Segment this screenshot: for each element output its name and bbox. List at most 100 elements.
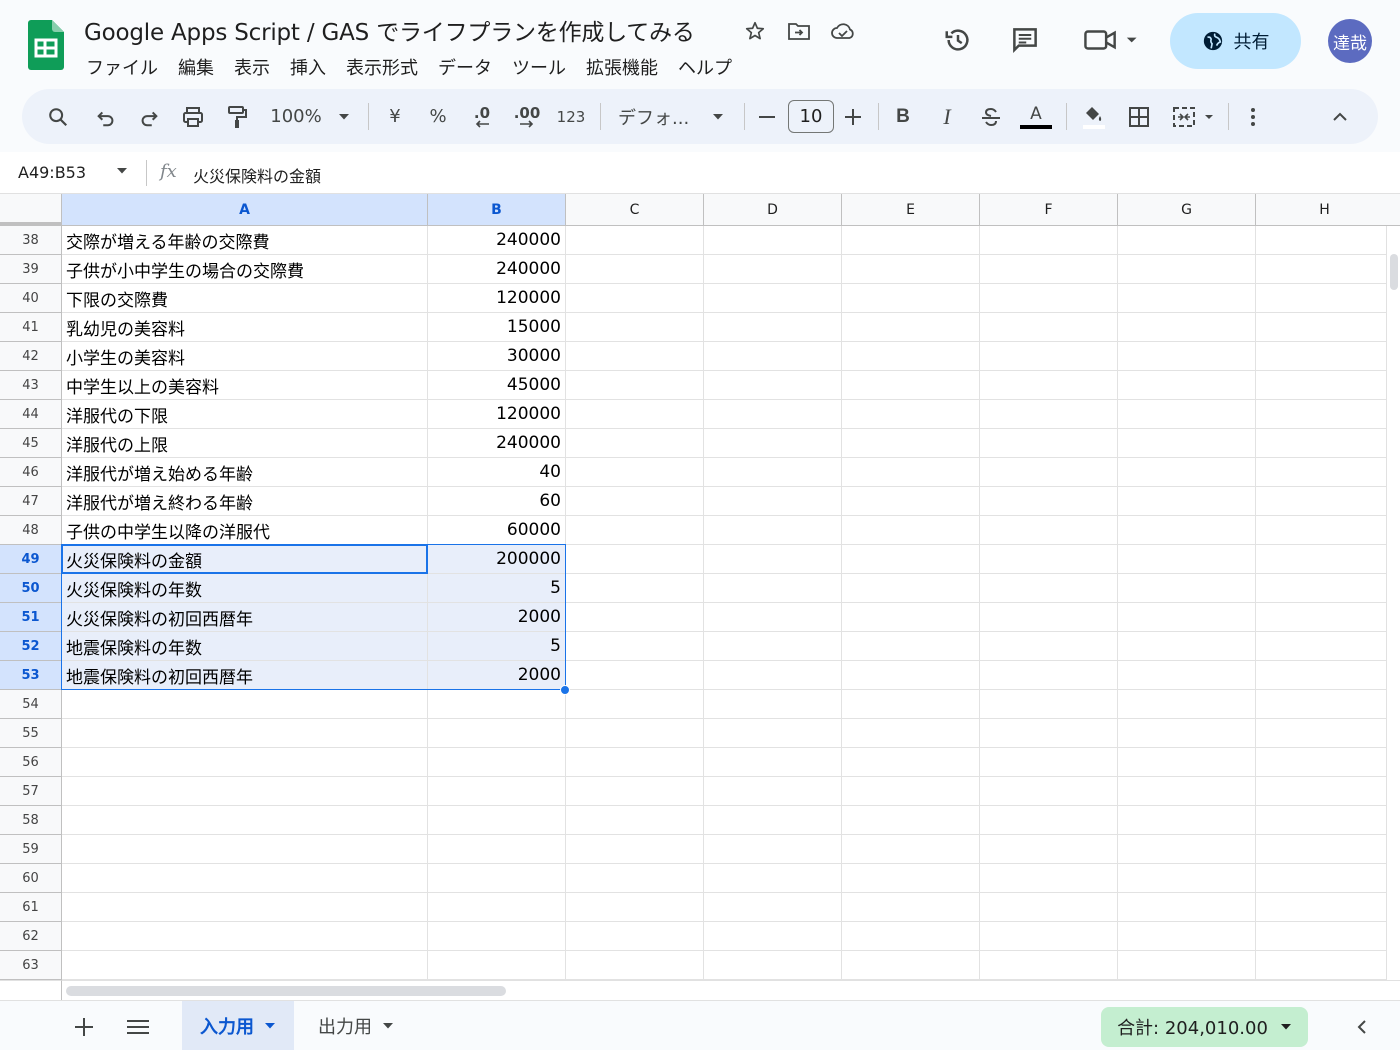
increase-decimal-button[interactable]: .00 <box>512 89 542 144</box>
cell-b63[interactable] <box>428 951 566 980</box>
cell-d39[interactable] <box>704 255 842 284</box>
cell-f41[interactable] <box>980 313 1118 342</box>
cell-a38[interactable]: 交際が増える年齢の交際費 <box>62 226 428 255</box>
sum-explore-badge[interactable]: 合計: 204,010.00 <box>1101 1007 1308 1047</box>
name-box[interactable]: A49:B53 <box>18 163 86 182</box>
cell-f52[interactable] <box>980 632 1118 661</box>
cell-b53[interactable]: 2000 <box>428 661 566 690</box>
cell-h60[interactable] <box>1256 864 1386 893</box>
cell-e50[interactable] <box>842 574 980 603</box>
cell-g53[interactable] <box>1118 661 1256 690</box>
cell-h42[interactable] <box>1256 342 1386 371</box>
cell-d48[interactable] <box>704 516 842 545</box>
cell-a43[interactable]: 中学生以上の美容料 <box>62 371 428 400</box>
cell-g55[interactable] <box>1118 719 1256 748</box>
cell-a42[interactable]: 小学生の美容料 <box>62 342 428 371</box>
font-size-input[interactable]: 10 <box>788 100 834 133</box>
cell-e49[interactable] <box>842 545 980 574</box>
cell-a47[interactable]: 洋服代が増え終わる年齢 <box>62 487 428 516</box>
cell-b42[interactable]: 30000 <box>428 342 566 371</box>
cell-c40[interactable] <box>566 284 704 313</box>
cell-g52[interactable] <box>1118 632 1256 661</box>
cell-h53[interactable] <box>1256 661 1386 690</box>
cell-a48[interactable]: 子供の中学生以降の洋服代 <box>62 516 428 545</box>
cell-f54[interactable] <box>980 690 1118 719</box>
cell-f61[interactable] <box>980 893 1118 922</box>
cell-f48[interactable] <box>980 516 1118 545</box>
strikethrough-icon[interactable] <box>978 89 1004 144</box>
cell-b44[interactable]: 120000 <box>428 400 566 429</box>
cell-a54[interactable] <box>62 690 428 719</box>
cell-a50[interactable]: 火災保険料の年数 <box>62 574 428 603</box>
cell-c44[interactable] <box>566 400 704 429</box>
menu-insert[interactable]: 挿入 <box>280 52 336 82</box>
cell-h54[interactable] <box>1256 690 1386 719</box>
cell-f40[interactable] <box>980 284 1118 313</box>
row-header[interactable]: 50 <box>0 574 62 603</box>
row-header[interactable]: 45 <box>0 429 62 458</box>
cell-e44[interactable] <box>842 400 980 429</box>
row-header[interactable]: 57 <box>0 777 62 806</box>
menu-data[interactable]: データ <box>428 52 502 82</box>
cell-d46[interactable] <box>704 458 842 487</box>
cell-h58[interactable] <box>1256 806 1386 835</box>
row-header[interactable]: 54 <box>0 690 62 719</box>
cell-b61[interactable] <box>428 893 566 922</box>
cell-e62[interactable] <box>842 922 980 951</box>
cell-h49[interactable] <box>1256 545 1386 574</box>
cell-c52[interactable] <box>566 632 704 661</box>
cell-d38[interactable] <box>704 226 842 255</box>
cell-f62[interactable] <box>980 922 1118 951</box>
cell-a55[interactable] <box>62 719 428 748</box>
cell-g60[interactable] <box>1118 864 1256 893</box>
cell-h50[interactable] <box>1256 574 1386 603</box>
row-header[interactable]: 58 <box>0 806 62 835</box>
cell-a63[interactable] <box>62 951 428 980</box>
side-panel-collapse-icon[interactable] <box>1344 1009 1380 1045</box>
undo-icon[interactable] <box>92 89 120 144</box>
currency-format-button[interactable]: ¥ <box>384 89 406 144</box>
cell-f42[interactable] <box>980 342 1118 371</box>
cell-a45[interactable]: 洋服代の上限 <box>62 429 428 458</box>
search-menu-icon[interactable] <box>44 89 72 144</box>
cell-f56[interactable] <box>980 748 1118 777</box>
cell-f46[interactable] <box>980 458 1118 487</box>
cell-g58[interactable] <box>1118 806 1256 835</box>
menu-edit[interactable]: 編集 <box>168 52 224 82</box>
column-header-f[interactable]: F <box>980 194 1118 226</box>
cell-b39[interactable]: 240000 <box>428 255 566 284</box>
collapse-toolbar-icon[interactable] <box>1326 89 1354 144</box>
cell-g63[interactable] <box>1118 951 1256 980</box>
column-header-e[interactable]: E <box>842 194 980 226</box>
cell-g57[interactable] <box>1118 777 1256 806</box>
cell-a46[interactable]: 洋服代が増え始める年齢 <box>62 458 428 487</box>
cell-c59[interactable] <box>566 835 704 864</box>
cell-e47[interactable] <box>842 487 980 516</box>
cell-g44[interactable] <box>1118 400 1256 429</box>
row-header[interactable]: 40 <box>0 284 62 313</box>
move-to-folder-icon[interactable] <box>784 17 814 45</box>
share-button[interactable]: 共有 <box>1170 13 1301 69</box>
cell-g49[interactable] <box>1118 545 1256 574</box>
cell-f51[interactable] <box>980 603 1118 632</box>
cell-c50[interactable] <box>566 574 704 603</box>
cell-a39[interactable]: 子供が小中学生の場合の交際費 <box>62 255 428 284</box>
cell-e55[interactable] <box>842 719 980 748</box>
cell-d57[interactable] <box>704 777 842 806</box>
select-all-corner[interactable] <box>0 194 62 226</box>
cell-e57[interactable] <box>842 777 980 806</box>
cell-f45[interactable] <box>980 429 1118 458</box>
spreadsheet-grid[interactable]: A B C D E F G H 38 交際が増える年齢の交際費 240000 39 子供が小中学生の場合… <box>0 194 1386 980</box>
column-header-c[interactable]: C <box>566 194 704 226</box>
cell-e52[interactable] <box>842 632 980 661</box>
cell-b47[interactable]: 60 <box>428 487 566 516</box>
sheet-menu-chevron-down-icon[interactable] <box>264 1022 276 1030</box>
cell-g59[interactable] <box>1118 835 1256 864</box>
cell-b62[interactable] <box>428 922 566 951</box>
cell-e58[interactable] <box>842 806 980 835</box>
horizontal-scrollbar[interactable] <box>62 980 1400 1000</box>
text-color-button[interactable]: A <box>1020 89 1052 144</box>
cell-a57[interactable] <box>62 777 428 806</box>
cell-d62[interactable] <box>704 922 842 951</box>
star-icon[interactable] <box>740 17 770 45</box>
